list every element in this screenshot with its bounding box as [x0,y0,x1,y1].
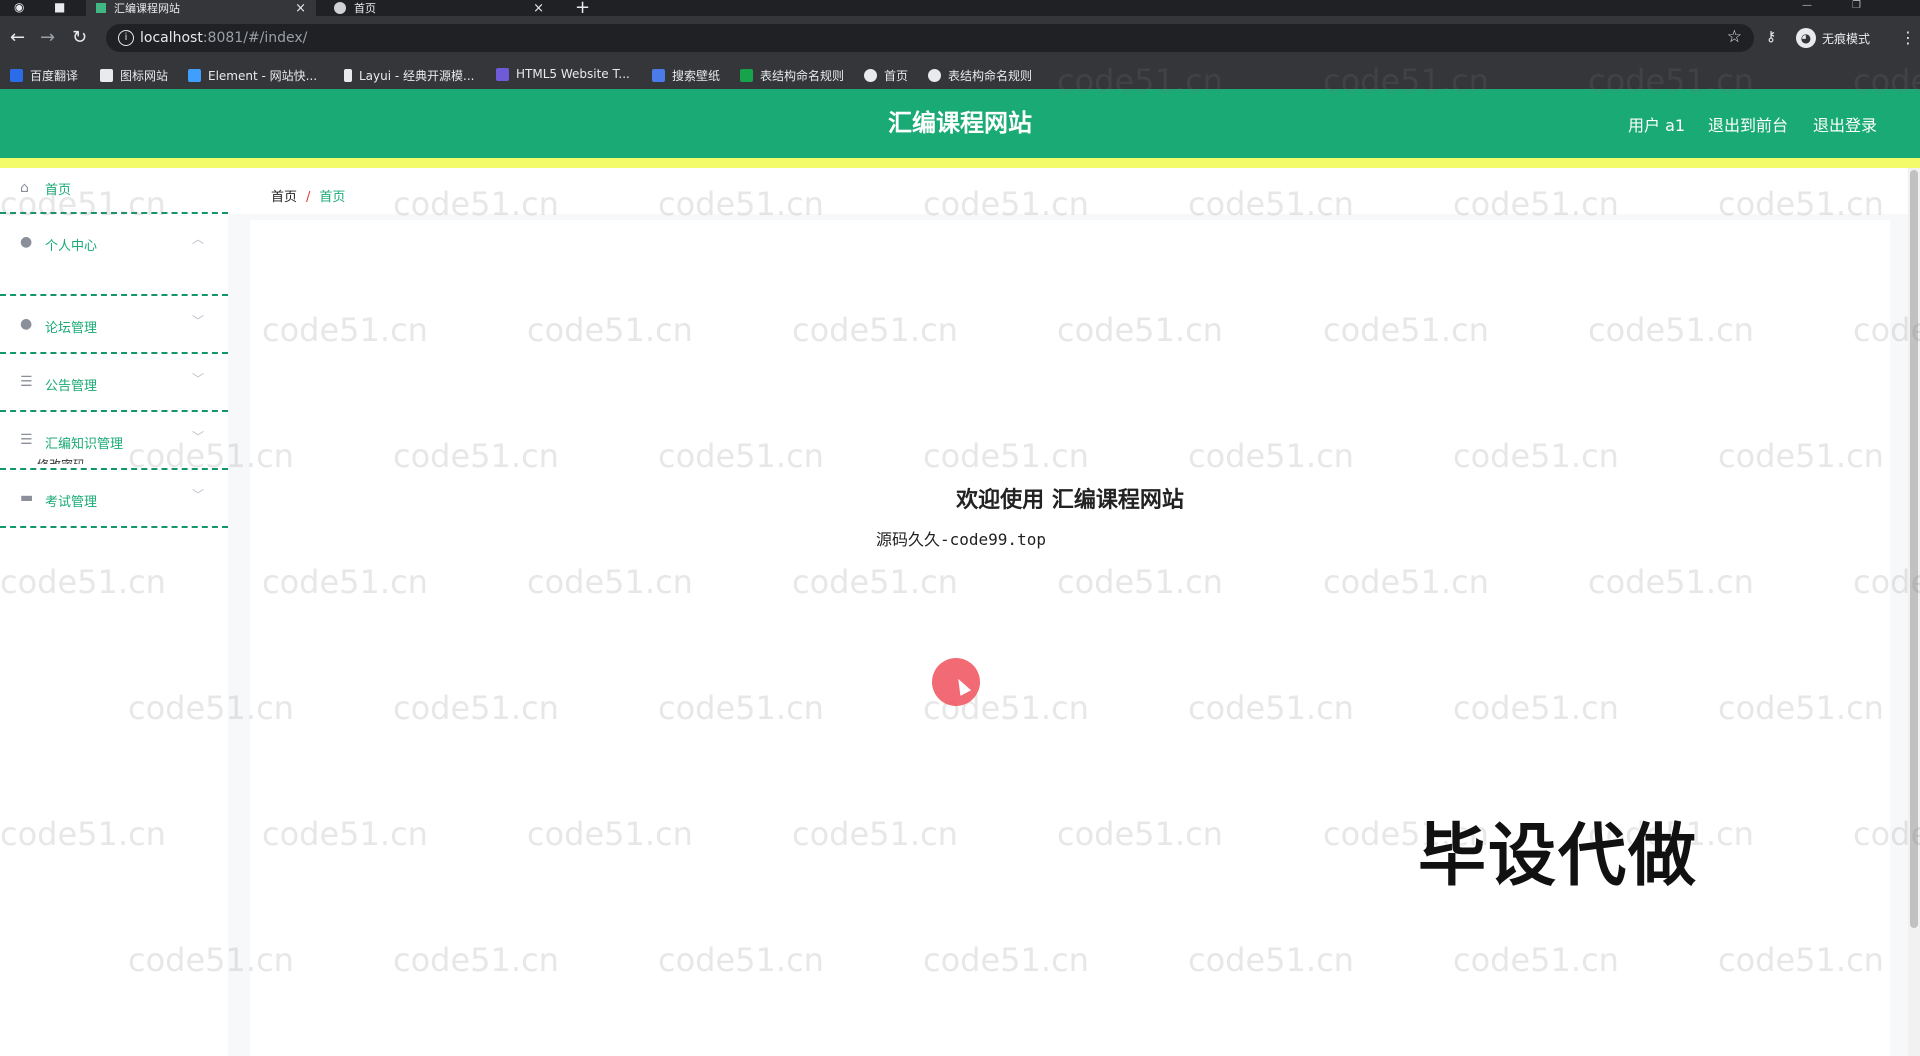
breadcrumb-current: 首页 [319,190,346,205]
url-text[interactable]: localhost:8081/#/index/ [140,30,307,46]
tab-home[interactable]: 首页 × [324,0,554,16]
main-area: 首页 / 首页 欢迎使用 汇编课程网站 源码久久-code99.top [228,168,1908,1056]
sidebar-item-exam[interactable]: ▬ 考试管理 ﹀ [0,470,228,528]
tab-title: 首页 [354,2,376,15]
home-icon: ⌂ [20,180,29,196]
breadcrumb-home[interactable]: 首页 [271,190,297,205]
sidebar-item-label: 个人中心 [45,239,98,254]
chevron-down-icon: ﹀ [191,488,204,502]
browser-tabstrip: ◉ ■ 汇编课程网站 × 首页 × + — ❐ [0,0,1920,18]
bookmark-item[interactable]: 首页 [864,67,908,84]
list-icon: ☰ [20,432,33,448]
welcome-heading: 欢迎使用 汇编课程网站 [956,488,1184,513]
globe-icon[interactable]: ◉ [14,0,24,14]
vue-icon [96,3,106,13]
breadcrumb-trail: 首页 / 首页 [271,186,345,205]
user-icon: ● [20,234,33,250]
user-icon: ● [20,316,33,332]
sidebar-item-label: 首页 [45,183,72,198]
content-panel: 欢迎使用 汇编课程网站 源码久久-code99.top [250,220,1890,1056]
list-icon: ☰ [20,374,33,390]
bookmark-item[interactable]: 搜索壁纸 [652,67,720,84]
sidebar-item-label: 论坛管理 [45,321,98,336]
incognito-indicator[interactable]: ◕ 无痕模式 [1796,28,1870,48]
chevron-up-icon: ︿ [191,232,204,246]
bookmark-item[interactable]: Element - 网站快... [188,67,317,84]
globe-icon [864,69,877,82]
breadcrumb: 首页 / 首页 [228,168,1908,214]
sidebar-item-label: 考试管理 [45,495,98,510]
bookmark-icon [652,69,665,82]
bookmark-item[interactable]: 表结构命名规则 [928,67,1032,84]
header-accent-band [0,158,1920,168]
close-icon[interactable]: × [295,1,306,16]
chevron-down-icon: ﹀ [191,314,204,328]
logout-link[interactable]: 退出登录 [1813,112,1877,136]
sidebar-item-home[interactable]: ⌂ 首页 [0,168,228,214]
flag-icon [100,69,113,82]
sidebar-item-label: 公告管理 [45,379,98,394]
minimize-icon[interactable]: — [1802,0,1812,11]
breadcrumb-separator: / [306,190,311,205]
sidebar-item-knowledge[interactable]: ☰ 汇编知识管理 ﹀ [0,412,228,470]
chevron-down-icon: ﹀ [191,430,204,444]
bookmark-icon [188,69,201,82]
key-icon[interactable]: ⚷ [1766,29,1776,45]
globe-icon [928,69,941,82]
bookmark-item[interactable]: 百度翻译 [10,67,78,84]
sidebar: ⌂ 首页 ● 个人中心 ︿ 修改密码 ● 论坛管理 ﹀ ☰ 公告管理 ﹀ ☰ 汇… [0,168,228,1056]
address-bar: ← → ↻ i localhost:8081/#/index/ ☆ ⚷ ◕ 无痕… [0,16,1920,60]
globe-icon [334,2,346,14]
back-icon[interactable]: ← [10,27,25,48]
close-icon[interactable]: × [533,1,544,16]
profile-label: 无痕模式 [1822,31,1871,46]
bookmark-item[interactable]: 表结构命名规则 [740,67,844,84]
maximize-icon[interactable]: ❐ [1852,0,1861,11]
window-icon[interactable]: ■ [54,0,65,14]
app-header: 汇编课程网站 用户 a1 退出到前台 退出登录 [0,89,1920,158]
sidebar-item-profile[interactable]: ● 个人中心 ︿ [0,214,228,296]
bookmark-icon [344,69,352,82]
bookmark-icon [10,69,23,82]
bookmarks-bar: 百度翻译 图标网站 Element - 网站快... Layui - 经典开源模… [0,60,1920,90]
more-icon[interactable]: ⋮ [1900,28,1916,47]
ticket-icon: ▬ [20,490,34,506]
bookmark-item[interactable]: 图标网站 [100,67,168,84]
forward-icon[interactable]: → [40,27,55,48]
tab-title: 汇编课程网站 [114,2,180,15]
bookmark-item[interactable]: HTML5 Website T... [496,67,630,81]
incognito-icon: ◕ [1796,28,1816,48]
sidebar-item-notice[interactable]: ☰ 公告管理 ﹀ [0,354,228,412]
bookmark-item[interactable]: Layui - 经典开源模... [344,67,474,84]
tab-active[interactable]: 汇编课程网站 × [86,0,316,16]
sheet-icon [740,69,753,82]
back-to-front-link[interactable]: 退出到前台 [1708,112,1788,136]
user-label: 用户 a1 [1628,116,1686,135]
bookmark-icon [496,67,509,81]
url-input[interactable]: i localhost:8081/#/index/ ☆ [106,24,1754,52]
reload-icon[interactable]: ↻ [72,27,87,48]
star-icon[interactable]: ☆ [1727,27,1742,47]
info-icon[interactable]: i [118,30,134,46]
scrollbar-thumb[interactable] [1910,170,1918,928]
source-subline: 源码久久-code99.top [876,530,1046,549]
sidebar-item-forum[interactable]: ● 论坛管理 ﹀ [0,296,228,354]
chevron-down-icon: ﹀ [191,372,204,386]
overlay-badge: 毕设代做 [1418,817,1699,896]
sidebar-item-label: 汇编知识管理 [45,437,124,452]
